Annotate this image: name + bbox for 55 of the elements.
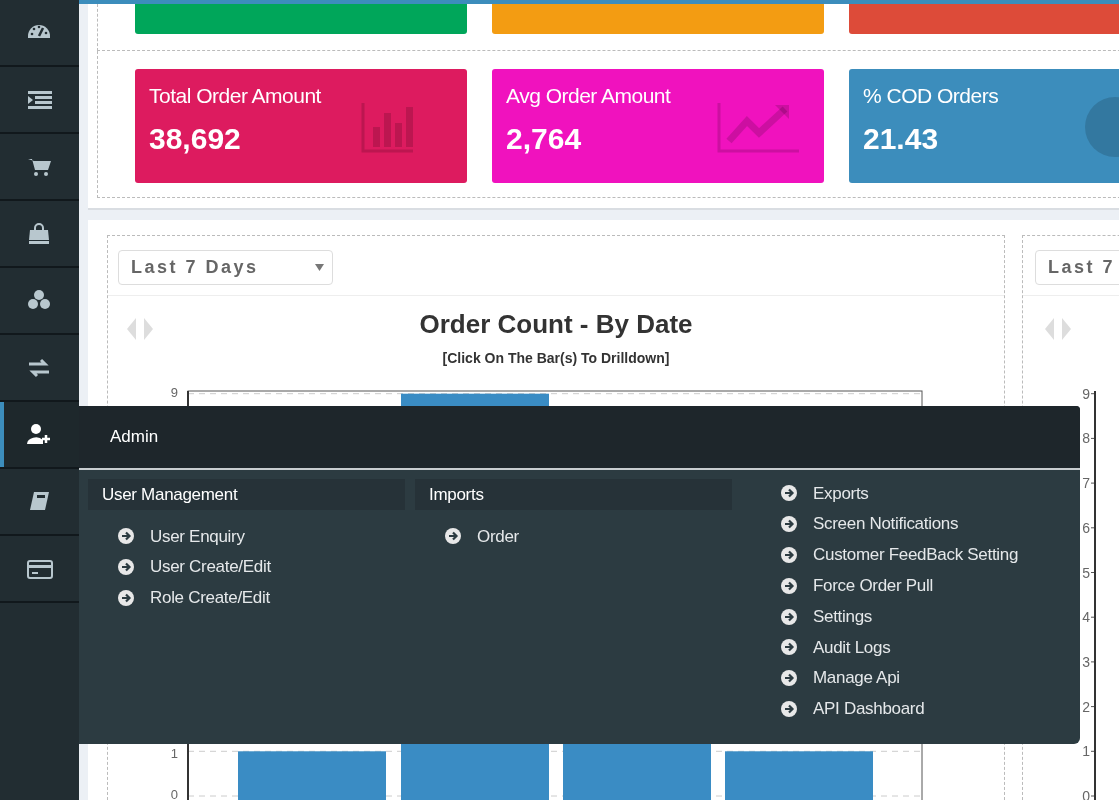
menu-item[interactable]: Screen Notifications [781, 508, 1059, 540]
arrow-circle-icon [118, 559, 134, 576]
axis-tick-label: 3 [1082, 653, 1090, 670]
chart-title: Order Count - By Date [419, 308, 693, 340]
axis-tick-label: 9 [170, 384, 178, 400]
axis-tick-label: 4 [1082, 609, 1090, 626]
axis-tick-label: 0 [170, 787, 178, 800]
arrow-circle-icon [781, 700, 797, 717]
menu-item[interactable]: Force Order Pull [781, 570, 1059, 602]
axis-tick-label: 5 [1082, 564, 1090, 581]
menu-item[interactable]: User Enquiry [118, 521, 405, 552]
axis-tick-label: 2 [1082, 698, 1090, 715]
menu-item[interactable]: Exports [781, 478, 1059, 509]
menu-item[interactable]: Customer FeedBack Setting [781, 539, 1059, 571]
range-dropdown[interactable]: Last 7 [1035, 250, 1119, 285]
card-label: % COD Orders [863, 83, 1000, 109]
menu-item[interactable]: Role Create/Edit [118, 582, 405, 614]
card-value: 2,764 [506, 121, 582, 157]
arrow-circle-icon [781, 577, 797, 594]
chart-subtitle: [Click On The Bar(s) To Drilldown] [442, 349, 670, 368]
sidebar-item[interactable] [0, 0, 79, 67]
arrow-circle-icon [781, 639, 797, 656]
menu-item[interactable]: Audit Logs [781, 632, 1059, 663]
menu-section-heading: Imports [415, 479, 732, 510]
card-label: Avg Order Amount [506, 83, 672, 109]
card-value: 21.43 [863, 121, 939, 157]
range-dropdown[interactable]: Last 7 Days [118, 250, 333, 285]
arrow-circle-icon [445, 528, 461, 545]
arrow-circle-icon [781, 670, 797, 687]
axis-tick-label: 9 [1082, 385, 1090, 402]
card-value: 38,692 [149, 121, 241, 157]
arrow-circle-icon [118, 590, 134, 606]
bar-chart-icon [361, 101, 415, 153]
menu-item[interactable]: Settings [781, 601, 1059, 632]
arrow-circle-icon [118, 528, 134, 545]
arrow-circle-icon [781, 547, 797, 563]
card-label: Total Order Amount [149, 83, 322, 109]
arrow-circle-icon [781, 608, 797, 625]
axis-tick-label: 6 [1082, 519, 1090, 536]
arrow-circle-icon [781, 516, 797, 533]
pie-chart-icon [1085, 97, 1119, 157]
line-chart-icon [717, 101, 801, 153]
arrow-circle-icon [781, 485, 797, 502]
menu-item[interactable]: User Create/Edit [118, 551, 405, 583]
menu-item[interactable]: Manage Api [781, 662, 1059, 694]
axis-tick-label: 1 [170, 746, 178, 762]
caret-icon [315, 264, 324, 271]
menu-item[interactable]: API Dashboard [781, 693, 1059, 725]
sidebar-item[interactable] [0, 402, 79, 469]
axis-tick-label: 7 [1082, 475, 1090, 492]
menu-section-heading: User Management [88, 479, 405, 510]
axis-tick-label: 1 [1082, 743, 1090, 760]
menu-title: Admin [110, 426, 159, 449]
axis-tick-label: 8 [1082, 430, 1090, 447]
menu-item[interactable]: Order [445, 521, 732, 552]
